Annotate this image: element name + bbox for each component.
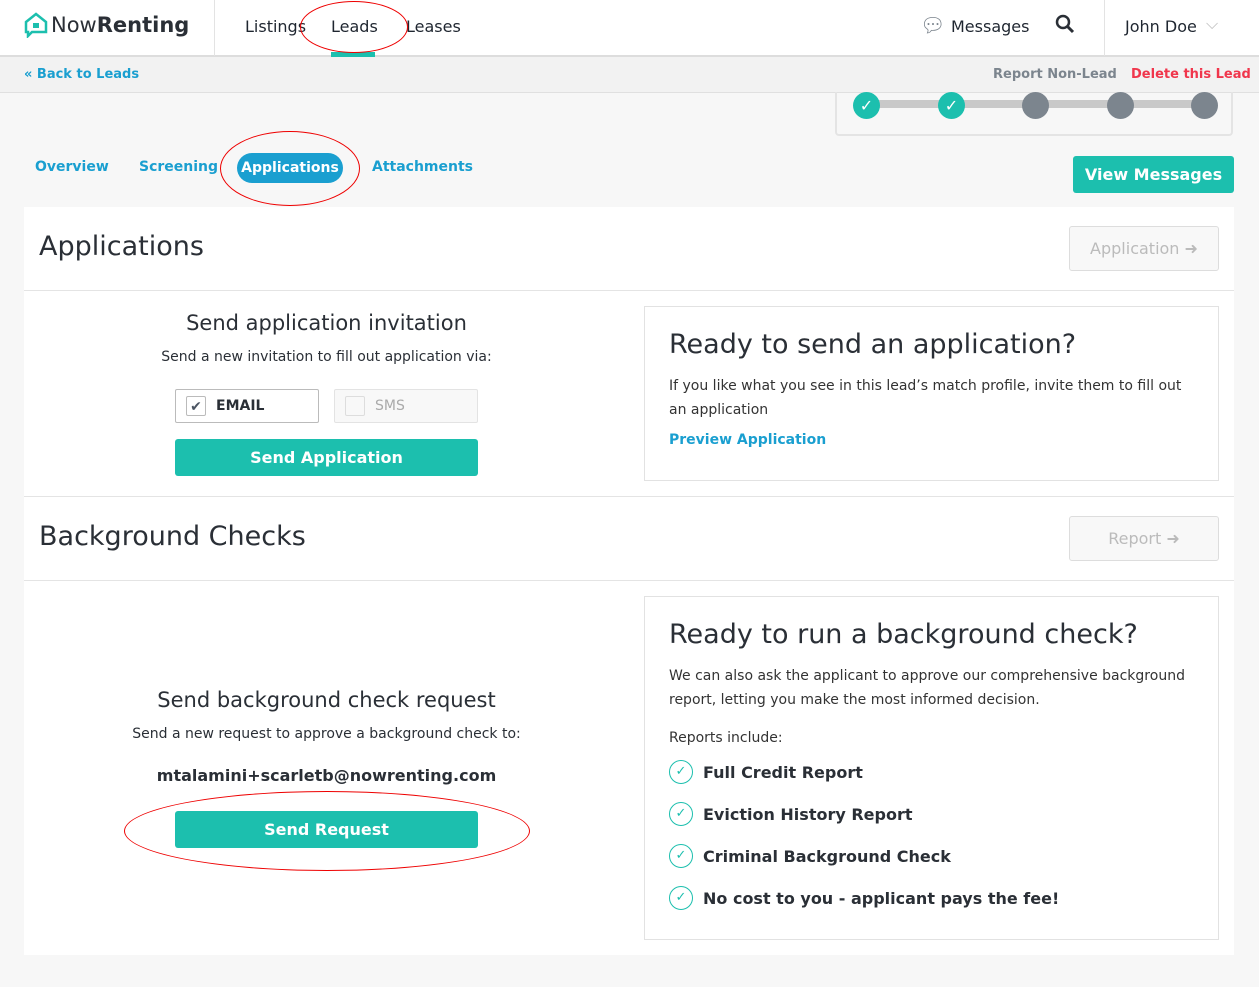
send-application-button[interactable]: Send Application (175, 439, 478, 476)
tab-screening[interactable]: Screening (139, 159, 218, 175)
preview-application-link[interactable]: Preview Application (669, 432, 1194, 448)
user-menu[interactable]: John Doe (1125, 17, 1197, 36)
button-label: Report (1108, 529, 1162, 548)
report-item: Criminal Background Check (703, 846, 951, 866)
report-item: No cost to you - applicant pays the fee! (703, 888, 1060, 908)
invite-title: Send application invitation (186, 311, 467, 335)
main-card: Applications Application ➜ Send applicat… (24, 207, 1234, 955)
back-to-leads-link[interactable]: « Back to Leads (24, 67, 139, 82)
brand-light: Now (51, 13, 97, 37)
list-item: ✓ Full Credit Report (669, 760, 1194, 784)
delete-lead-link[interactable]: Delete this Lead (1131, 67, 1251, 82)
progress-tracker: ✓ ✓ (835, 92, 1233, 136)
tab-attachments[interactable]: Attachments (372, 159, 473, 175)
step-complete-icon: ✓ (853, 92, 880, 119)
sub-bar: « Back to Leads Report Non-Lead Delete t… (0, 57, 1259, 93)
logo[interactable]: Now Renting (24, 12, 189, 38)
nav-listings[interactable]: Listings (245, 17, 306, 36)
button-label: Application (1090, 239, 1180, 258)
ready-application-title: Ready to send an application? (669, 329, 1077, 360)
application-info-box: Ready to send an application? If you lik… (644, 306, 1219, 481)
chat-bubble-icon: 💬︎ (920, 13, 946, 37)
request-subtitle: Send a new request to approve a backgrou… (132, 726, 521, 742)
brand-bold: Renting (96, 13, 190, 37)
list-item: ✓ Criminal Background Check (669, 844, 1194, 868)
applications-title: Applications (39, 231, 204, 262)
background-checks-title: Background Checks (39, 521, 306, 552)
arrow-circle-icon: ➜ (1166, 529, 1180, 548)
report-item: Eviction History Report (703, 804, 913, 824)
checkmark-icon: ✔ (186, 396, 206, 416)
sms-label: SMS (375, 398, 405, 414)
nav-leases[interactable]: Leases (406, 17, 461, 36)
background-info-box: Ready to run a background check? We can … (644, 596, 1219, 940)
report-non-lead-link[interactable]: Report Non-Lead (993, 67, 1117, 82)
ready-background-title: Ready to run a background check? (669, 619, 1138, 650)
step-pending-icon (1107, 92, 1134, 119)
list-item: ✓ No cost to you - applicant pays the fee… (669, 886, 1194, 910)
step-pending-icon (1022, 92, 1049, 119)
request-title: Send background check request (157, 688, 496, 712)
reports-label: Reports include: (669, 730, 783, 746)
nav-messages[interactable]: Messages (951, 17, 1029, 36)
annotation-ellipse (124, 791, 530, 871)
annotation-ellipse (300, 1, 408, 53)
email-label: EMAIL (216, 398, 265, 414)
top-nav: Now Renting Listings Leads Leases 💬︎ Mess… (0, 0, 1259, 57)
applicant-email: mtalamini+scarletb@nowrenting.com (156, 766, 497, 785)
check-circle-icon: ✓ (669, 760, 693, 784)
invite-subtitle: Send a new invitation to fill out applic… (161, 349, 492, 365)
chevron-down-icon[interactable]: ⌵ (1206, 14, 1218, 34)
ready-application-text: If you like what you see in this lead’s … (669, 378, 1182, 418)
view-messages-button[interactable]: View Messages (1073, 156, 1234, 193)
arrow-circle-icon: ➜ (1184, 239, 1198, 258)
report-item: Full Credit Report (703, 762, 863, 782)
annotation-ellipse (220, 131, 360, 206)
step-pending-icon (1191, 92, 1218, 119)
step-complete-icon: ✓ (938, 92, 965, 119)
ready-background-text: We can also ask the applicant to approve… (669, 668, 1185, 708)
check-circle-icon: ✓ (669, 844, 693, 868)
report-header-button[interactable]: Report ➜ (1069, 516, 1219, 561)
email-checkbox[interactable]: ✔ EMAIL (175, 389, 319, 423)
check-circle-icon: ✓ (669, 886, 693, 910)
search-icon[interactable] (1055, 14, 1075, 38)
tab-overview[interactable]: Overview (35, 159, 109, 175)
check-circle-icon: ✓ (669, 802, 693, 826)
house-chat-icon (24, 12, 48, 38)
application-header-button[interactable]: Application ➜ (1069, 226, 1219, 271)
sms-checkbox[interactable]: SMS (334, 389, 478, 423)
list-item: ✓ Eviction History Report (669, 802, 1194, 826)
